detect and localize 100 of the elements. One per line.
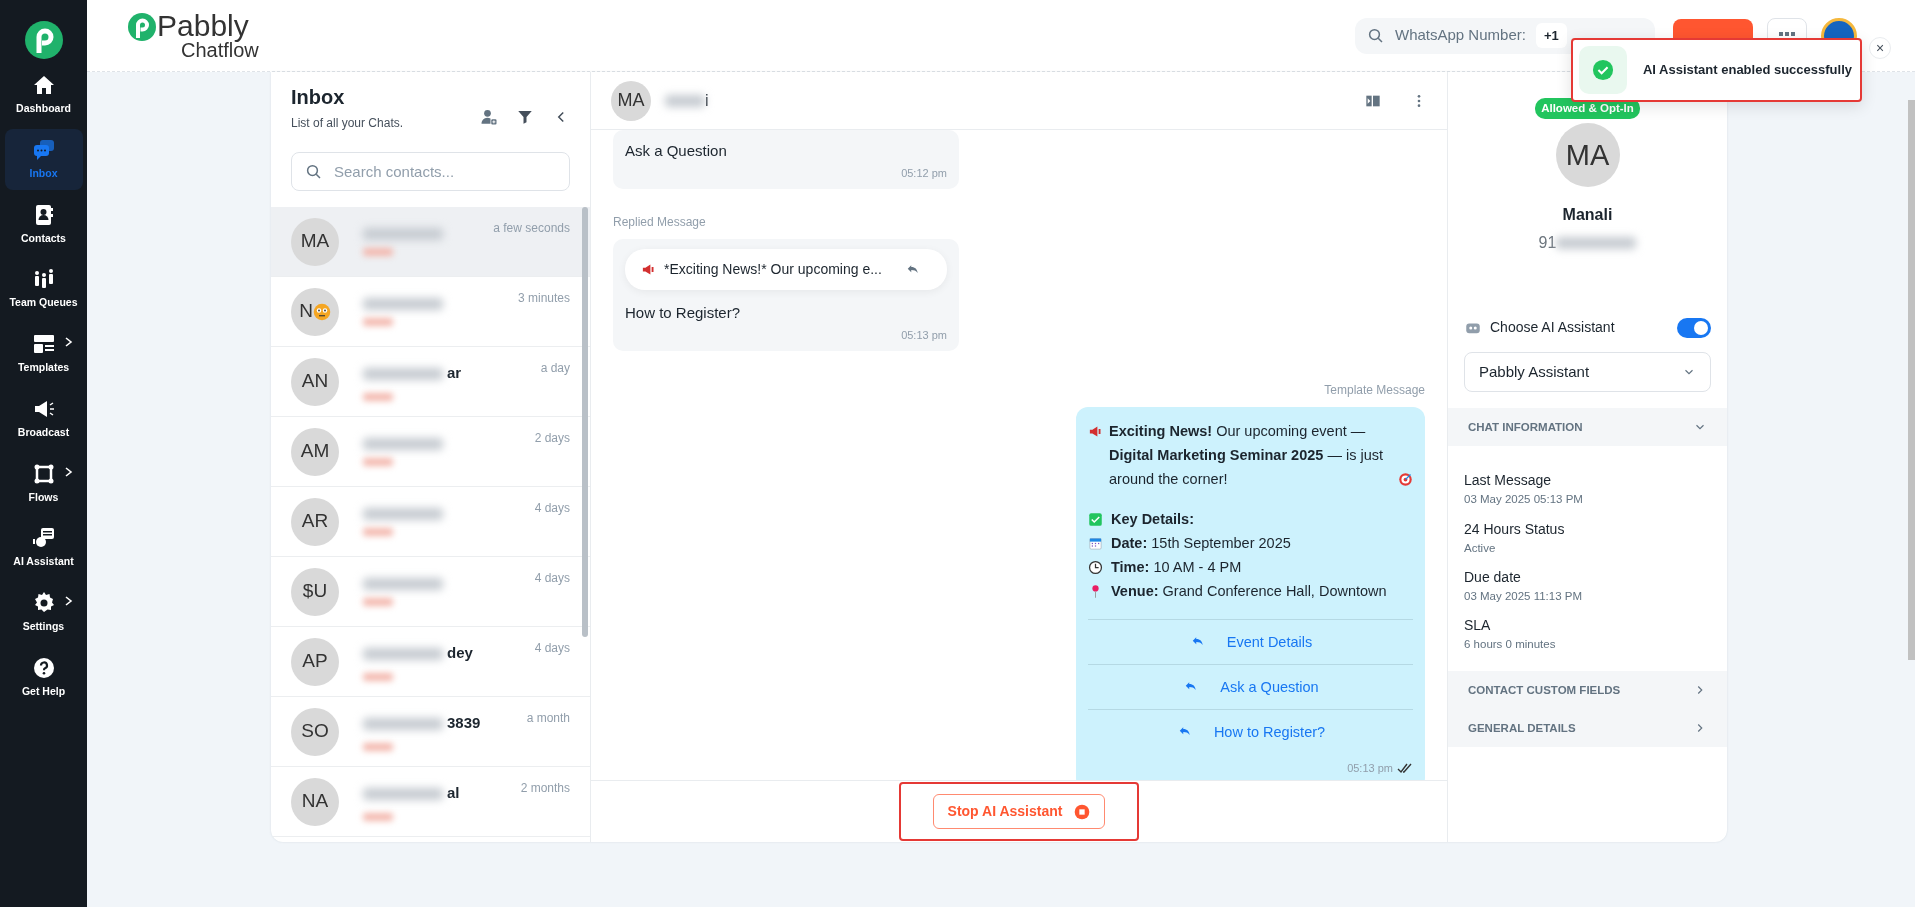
sidebar-item[interactable]: Flows (4, 452, 83, 514)
contact-name: dey (447, 643, 473, 664)
detail-text: Key Details: (1111, 510, 1194, 529)
contact-time: 4 days (534, 640, 570, 657)
contact-name: Manali (1562, 205, 1613, 226)
template-text: Exciting News! Our upcoming event — Digital Marketing Seminar 2025 — is just around the corner! (1109, 422, 1384, 489)
contact-time: a day (540, 360, 570, 377)
contact-avatar: SO (291, 707, 339, 756)
contact-row[interactable]: MA a few seconds (271, 207, 590, 277)
section-header[interactable]: CONTACT CUSTOM FIELDS (1448, 671, 1727, 710)
blurred-preview (363, 392, 393, 401)
contact-avatar: AP (291, 637, 339, 686)
sidebar-item[interactable]: AI Assistant (4, 517, 83, 578)
megaphone-icon (641, 262, 656, 277)
sidebar-item[interactable]: Team Queues (4, 258, 83, 319)
quick-reply-button[interactable]: How to Register? (1088, 709, 1413, 754)
megaphone-icon (1088, 424, 1103, 439)
blurred-preview (363, 672, 393, 681)
help-icon (31, 655, 56, 680)
contact-time: 4 days (534, 570, 570, 587)
sidebar-item[interactable]: Get Help (4, 646, 83, 708)
checkbox-icon (1088, 511, 1103, 527)
brand-logo-icon (127, 11, 157, 42)
sidebar-item[interactable]: Templates (4, 323, 83, 384)
contact-name: al (447, 783, 460, 804)
page-scrollbar[interactable] (1908, 100, 1915, 660)
sidebar-item[interactable]: Contacts (4, 193, 83, 255)
add-user-icon[interactable] (480, 107, 498, 126)
field-value: 6 hours 0 minutes (1464, 637, 1557, 652)
scrollbar-thumb[interactable] (582, 207, 588, 637)
contact-avatar: N (291, 287, 339, 336)
contact-avatar: AM (291, 427, 339, 476)
toast-message: AI Assistant enabled successfully (1642, 61, 1852, 80)
sidebar-item[interactable]: Settings (4, 582, 83, 643)
contact-avatar: MA (1555, 123, 1620, 188)
contact-avatar: NA (291, 777, 339, 826)
detail-text: Date: 15th September 2025 (1111, 534, 1291, 553)
contact-row[interactable]: SO 3839 a month (271, 697, 590, 767)
blurred-preview (363, 742, 393, 751)
field-label: Due date (1464, 567, 1522, 587)
contact-avatar: $U (291, 567, 339, 616)
contact-time: 4 days (534, 500, 570, 517)
blurred-preview (363, 812, 393, 821)
stop-icon (1074, 803, 1091, 820)
contact-name: ar (447, 363, 462, 384)
search-icon (1367, 26, 1385, 45)
sidebar-item[interactable]: Dashboard (4, 64, 83, 125)
section-header[interactable]: GENERAL DETAILS (1448, 709, 1727, 748)
message-text: How to Register? (625, 303, 742, 323)
brand-name: Pabbly (157, 11, 250, 40)
blurred-preview (363, 247, 393, 256)
assistant-label: Choose AI Assistant (1490, 318, 1615, 338)
sidebar-item[interactable]: Broadcast (4, 387, 83, 449)
blurred-preview (363, 597, 393, 606)
assistant-select[interactable]: Pabbly Assistant (1464, 352, 1711, 393)
message-text: Ask a Question (625, 141, 728, 161)
message-time: 05:13 pm (1347, 761, 1393, 776)
blurred-preview (363, 317, 393, 326)
contact-avatar: AR (291, 497, 339, 546)
face-emoji-icon (312, 302, 331, 321)
field-value: Active (1464, 540, 1497, 556)
quick-reply-button[interactable]: Ask a Question (1088, 664, 1413, 709)
contact-name: 3839 (447, 713, 481, 734)
contact-time: 3 minutes (517, 290, 570, 307)
blurred-preview (363, 457, 393, 466)
message-label: Replied Message (613, 214, 707, 231)
chat-bubbles-icon (31, 137, 56, 162)
message-time: 05:13 pm (900, 327, 947, 343)
message-label: Template Message (1323, 382, 1425, 399)
contact-search-field[interactable]: Search contacts... (291, 152, 570, 191)
target-icon (1398, 472, 1413, 487)
contact-time: 2 days (534, 430, 570, 447)
success-check-icon (1591, 59, 1614, 81)
contact-time: a few seconds (493, 220, 570, 237)
detail-text: Time: 10 AM - 4 PM (1111, 558, 1242, 577)
calendar-icon (1088, 535, 1103, 551)
contact-row[interactable]: NA al 2 months (271, 767, 590, 837)
message-time: 05:12 pm (900, 165, 947, 181)
contact-phone: 91 (1538, 233, 1557, 254)
chat-avatar: MA (611, 80, 651, 121)
quoted-message[interactable]: *Exciting News!* Our upcoming e... (625, 249, 947, 290)
quick-reply-button[interactable]: Event Details (1088, 619, 1413, 664)
assistant-toggle[interactable] (1677, 317, 1711, 338)
inbox-title: Inbox (291, 85, 346, 110)
field-label: Last Message (1464, 471, 1553, 491)
logo-icon (23, 20, 64, 60)
blurred-name (665, 94, 705, 107)
field-label: SLA (1464, 616, 1492, 635)
layout-icon (31, 332, 56, 356)
chat-contact-name: i (705, 90, 709, 111)
field-value: 03 May 2025 11:13 PM (1464, 588, 1584, 604)
field-value: 03 May 2025 05:13 PM (1464, 492, 1584, 508)
field-label: 24 Hours Status (1464, 519, 1566, 539)
contact-avatar: MA (291, 217, 339, 266)
contact-time: 2 months (520, 780, 570, 797)
section-header[interactable]: CHAT INFORMATION (1448, 408, 1727, 447)
sidebar-item[interactable]: Inbox (4, 128, 83, 190)
blurred-preview (363, 527, 393, 536)
inbox-subtitle: List of all your Chats. (291, 115, 404, 132)
contact-row[interactable]: AP dey 4 days (271, 627, 590, 697)
